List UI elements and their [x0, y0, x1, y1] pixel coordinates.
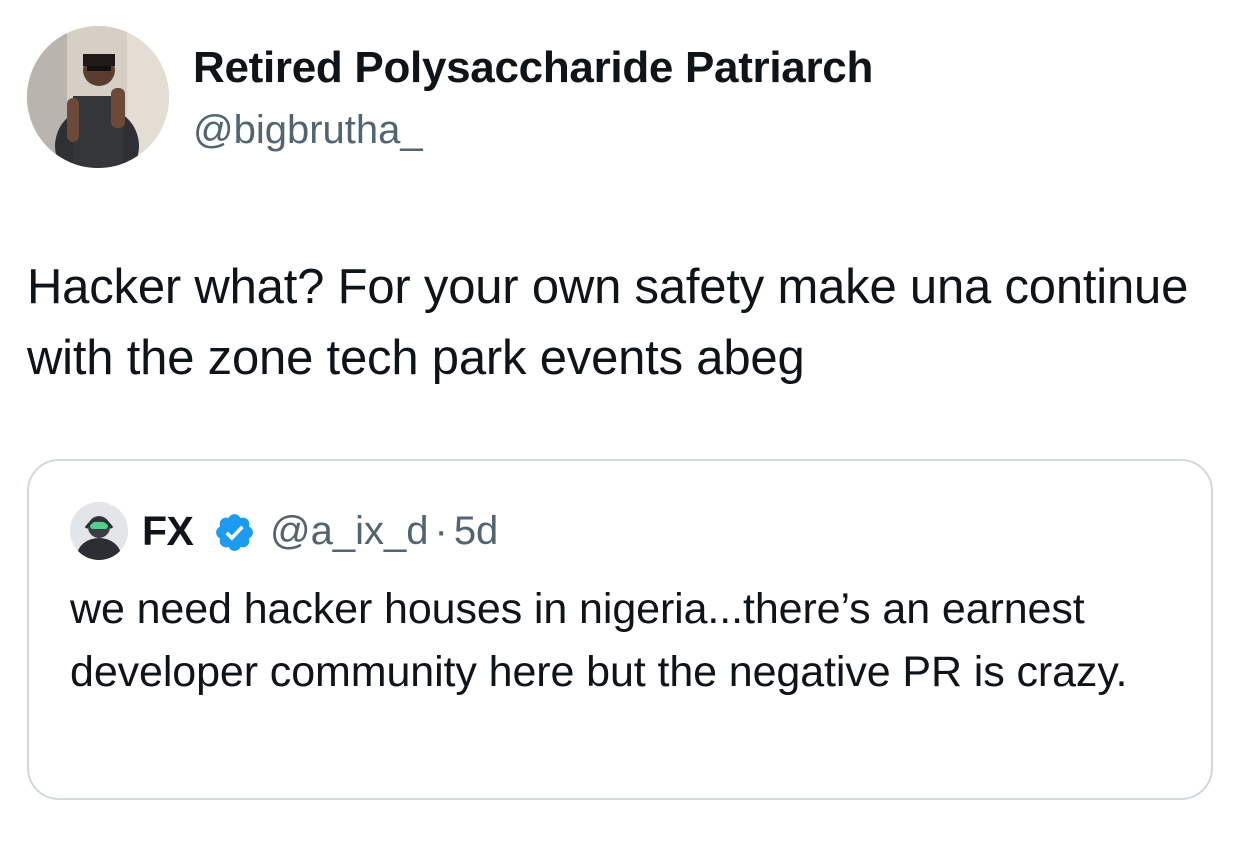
quoted-author-handle[interactable]: @a_ix_d [270, 509, 428, 553]
meta-separator: · [434, 509, 448, 553]
author-avatar[interactable] [27, 26, 169, 168]
tweet-text: Hacker what? For your own safety make un… [27, 260, 1189, 385]
verified-badge-icon [216, 514, 253, 551]
author-display-name[interactable]: Retired Polysaccharide Patriarch [193, 42, 873, 94]
quoted-author-avatar[interactable] [70, 502, 128, 560]
author-handle[interactable]: @bigbrutha_ [193, 106, 423, 154]
quoted-tweet-meta: @a_ix_d · 5d [270, 505, 498, 557]
quoted-author-display-name[interactable]: FX [142, 505, 194, 557]
quoted-tweet-text: we need hacker houses in nigeria...there… [70, 585, 1128, 696]
quoted-tweet-card[interactable]: FX @a_ix_d · 5d we need hacker houses in n… [27, 459, 1213, 800]
quoted-tweet-time[interactable]: 5d [454, 509, 499, 553]
